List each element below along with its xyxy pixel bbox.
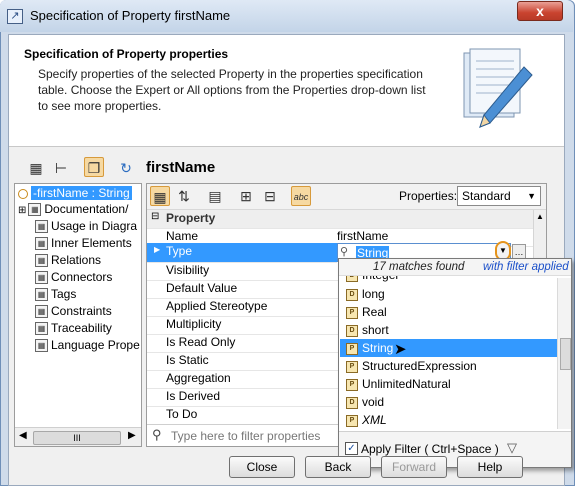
list-item[interactable]: P Real — [340, 303, 559, 321]
collapse-group-icon[interactable]: ⊟ — [151, 211, 159, 222]
categorized-icon[interactable]: ▦ — [150, 186, 170, 206]
datatype-icon: D — [346, 289, 358, 301]
refresh-icon[interactable]: ↻ — [116, 158, 136, 178]
tree-item-property[interactable]: -firstName : String — [18, 185, 132, 202]
primitive-icon: P — [346, 343, 358, 355]
tree-item-tags[interactable]: ▦ Tags — [35, 286, 76, 303]
dropdown-scroll-thumb[interactable] — [560, 338, 571, 370]
matches-info: 17 matches found with filter applied — [339, 259, 571, 276]
filter-bar[interactable]: ⚲ Type here to filter properties — [147, 424, 339, 446]
node-icon: ▦ — [35, 220, 48, 234]
close-button[interactable]: Close — [229, 456, 295, 478]
list-item[interactable]: DInteger — [340, 276, 559, 284]
tree-item-language-properties[interactable]: ▦ Language Prope — [35, 337, 140, 354]
properties-mode-select[interactable]: Standard ▼ — [457, 186, 541, 206]
copy-icon[interactable]: ❐ — [84, 157, 104, 177]
expand-all-icon[interactable]: ⊞ — [236, 186, 256, 206]
list-item[interactable]: P XML — [340, 411, 559, 429]
list-item[interactable]: Dvoid — [340, 393, 559, 411]
filter-funnel-icon[interactable]: ▽ — [507, 440, 517, 456]
node-icon: ▦ — [35, 237, 48, 251]
scroll-left-icon[interactable]: ◀ — [19, 430, 27, 441]
expand-icon[interactable]: ⊞ — [18, 205, 26, 216]
tree-view-icon[interactable]: ⊢ — [51, 158, 71, 178]
primitive-icon: P — [346, 379, 358, 391]
tree-horizontal-scrollbar[interactable]: ◀ III ▶ — [15, 427, 141, 446]
node-icon: ▦ — [35, 339, 48, 353]
dropdown-scrollbar[interactable] — [557, 278, 571, 429]
node-icon: ▦ — [35, 305, 48, 319]
search-icon: ⚲ — [152, 427, 162, 442]
navigation-tree[interactable]: -firstName : String ⊞ ▦ Documentation/ ▦ Us… — [14, 183, 142, 447]
type-dropdown-list[interactable]: 17 matches found with filter applied DIn… — [338, 258, 572, 468]
help-button[interactable]: Help — [457, 456, 523, 478]
primitive-icon: P — [346, 307, 358, 319]
chevron-down-icon: ▼ — [527, 191, 536, 201]
property-circle-icon — [18, 188, 28, 199]
tree-item-usage[interactable]: ▦ Usage in Diagra — [35, 218, 137, 235]
list-item[interactable]: Dlong — [340, 285, 559, 303]
apply-filter-checkbox[interactable]: ✓ — [345, 442, 358, 455]
forward-button[interactable]: Forward — [381, 456, 447, 478]
search-icon: ⚲ — [340, 246, 349, 258]
properties-label: Properties: — [399, 189, 458, 203]
back-button[interactable]: Back — [305, 456, 371, 478]
node-icon: ▦ — [35, 271, 48, 285]
table-view-icon[interactable]: ▦ — [26, 158, 46, 178]
list-item[interactable]: P UnlimitedNatural — [340, 375, 559, 393]
list-item[interactable]: P StructuredExpression — [340, 357, 559, 375]
datatype-icon: D — [346, 276, 358, 282]
scroll-thumb[interactable]: III — [33, 431, 121, 445]
close-window-button[interactable]: x — [517, 1, 563, 21]
primitive-icon: P — [346, 361, 358, 373]
specification-icon: ↗ — [7, 9, 23, 24]
window-title: Specification of Property firstName — [30, 8, 231, 23]
primitive-icon: P — [346, 415, 358, 427]
node-icon: ▦ — [28, 203, 42, 217]
group-header[interactable]: ⊟ Property — [147, 210, 533, 229]
node-icon: ▦ — [35, 322, 48, 336]
list-item-selected[interactable]: P String ➤ — [340, 339, 559, 358]
collapse-icon[interactable]: ▤ — [205, 186, 225, 206]
header-description: Specify properties of the selected Prope… — [38, 67, 426, 113]
header-title: Specification of Property properties — [24, 47, 229, 61]
node-icon: ▦ — [35, 254, 48, 268]
table-row-selected[interactable]: ▶ Type — [147, 243, 337, 263]
scroll-up-icon[interactable]: ▲ — [536, 212, 544, 221]
list-item[interactable]: Dshort — [340, 321, 559, 339]
element-name: firstName — [146, 159, 216, 176]
tree-item-relations[interactable]: ▦ Relations — [35, 252, 101, 269]
tree-item-documentation[interactable]: ⊞ ▦ Documentation/ — [18, 201, 128, 218]
sort-alphabetical-icon[interactable]: ⇅ — [174, 186, 194, 206]
datatype-icon: D — [346, 397, 358, 409]
tree-item-inner-elements[interactable]: ▦ Inner Elements — [35, 235, 132, 252]
specification-pencil-icon — [463, 48, 533, 128]
tree-item-traceability[interactable]: ▦ Traceability — [35, 320, 112, 337]
filter-input[interactable]: Type here to filter properties — [171, 429, 320, 443]
scroll-right-icon[interactable]: ▶ — [128, 430, 136, 441]
tree-item-constraints[interactable]: ▦ Constraints — [35, 303, 112, 320]
apply-filter-bar: ✓ Apply Filter ( Ctrl+Space ) ▽ — [339, 431, 571, 467]
datatype-icon: D — [346, 325, 358, 337]
tree-item-connectors[interactable]: ▦ Connectors — [35, 269, 112, 286]
collapse-all-icon[interactable]: ⊟ — [260, 186, 280, 206]
row-pointer-icon: ▶ — [154, 245, 161, 254]
node-icon: ▦ — [35, 288, 48, 302]
abc-filter-icon[interactable]: abc — [291, 186, 311, 206]
